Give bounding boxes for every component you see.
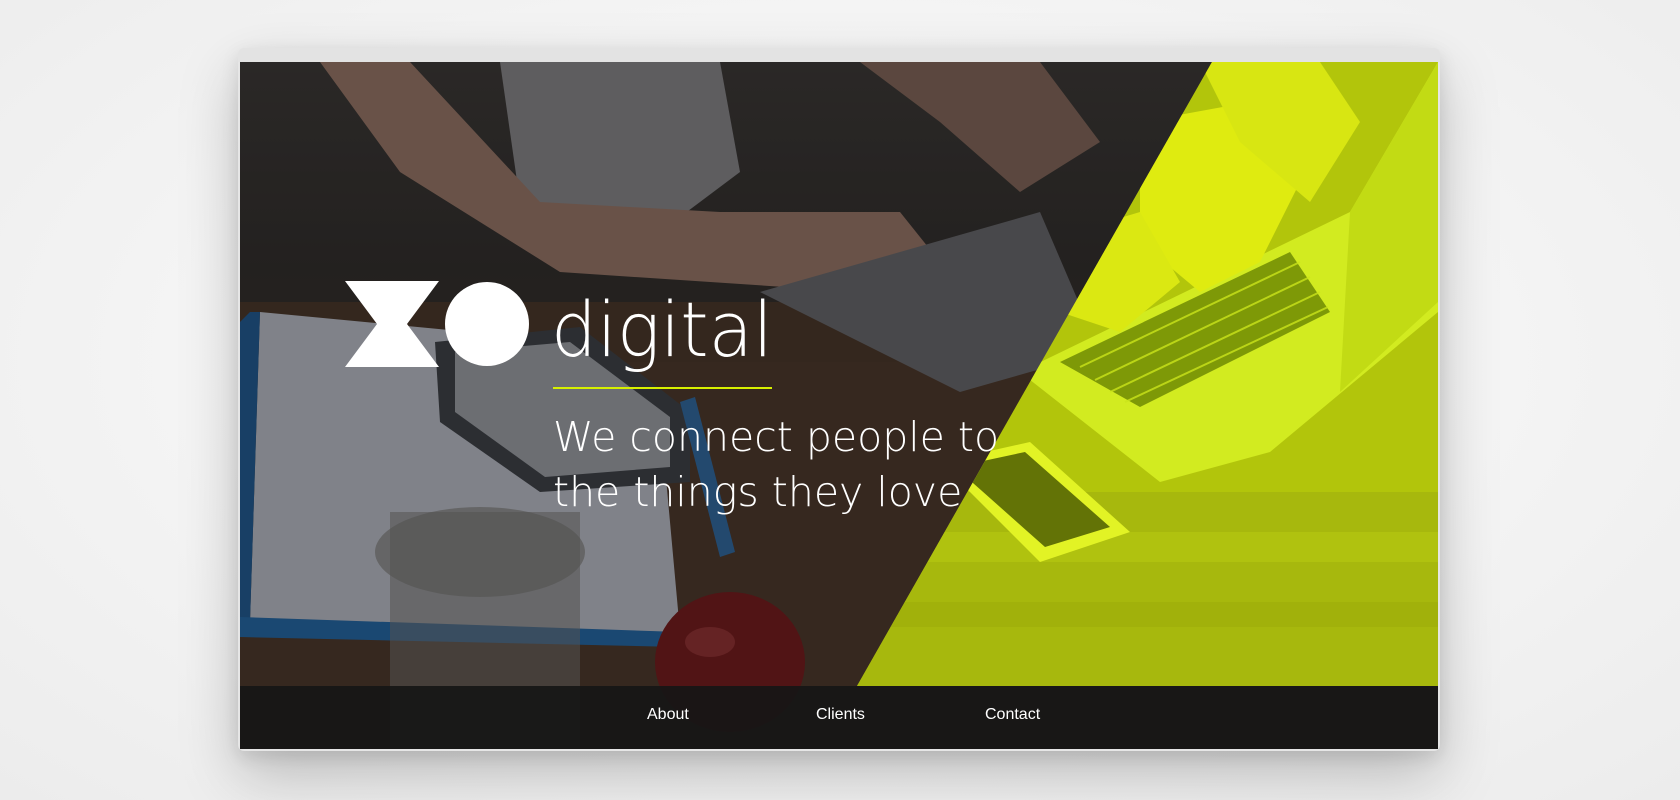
xo-logo-icon xyxy=(345,281,529,367)
nav-link-contact[interactable]: Contact xyxy=(985,706,1040,724)
window-title-bar xyxy=(238,48,1440,62)
brand-accent-underline xyxy=(553,387,772,389)
brand-name: digital xyxy=(551,285,773,374)
nav-link-clients[interactable]: Clients xyxy=(816,706,865,724)
accent-diagonal-panel xyxy=(857,62,1438,686)
hero-tagline: We connect people to the things they lov… xyxy=(553,410,1073,520)
footer-nav-bar: About Clients Contact xyxy=(240,686,1438,749)
tagline-line-2: the things they love xyxy=(553,468,963,516)
browser-window: digital We connect people to the things … xyxy=(238,48,1440,751)
website-viewport: digital We connect people to the things … xyxy=(240,62,1438,749)
tagline-line-1: We connect people to xyxy=(553,413,1000,461)
nav-link-about[interactable]: About xyxy=(647,706,689,724)
